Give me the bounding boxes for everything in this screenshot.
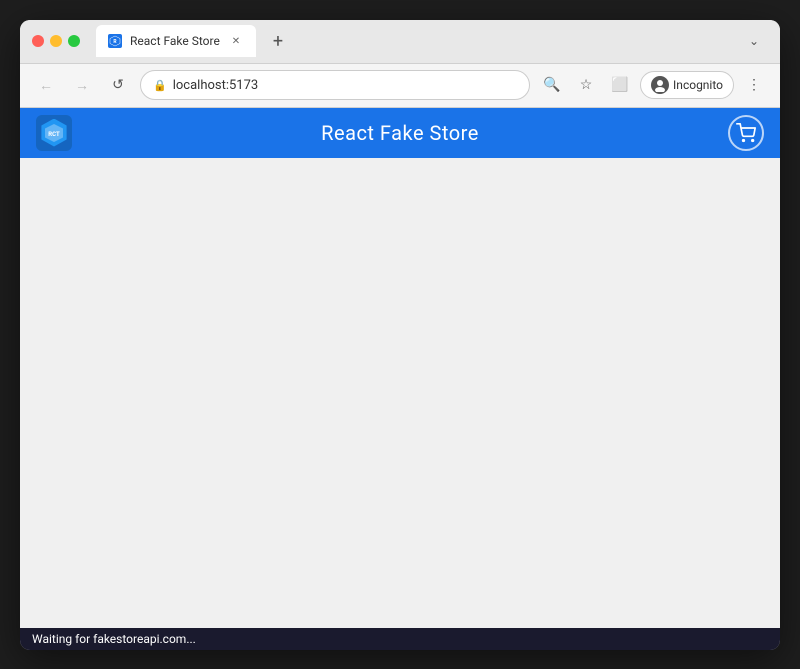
bookmark-icon[interactable]: ☆	[572, 71, 600, 99]
app-content: RCT React Fake Store	[20, 108, 780, 628]
incognito-label: Incognito	[673, 78, 723, 92]
address-bar: ← → ↺ 🔒 localhost:5173 🔍 ☆ ⬜ Incognito ⋮	[20, 64, 780, 108]
more-menu-button[interactable]: ⋮	[740, 71, 768, 99]
forward-button[interactable]: →	[68, 71, 96, 99]
url-bar[interactable]: 🔒 localhost:5173	[140, 70, 530, 100]
refresh-button[interactable]: ↺	[104, 71, 132, 99]
tab-chevron-button[interactable]: ⌄	[740, 27, 768, 55]
tab-close-button[interactable]: ✕	[228, 33, 244, 49]
status-text: Waiting for fakestoreapi.com...	[32, 632, 196, 646]
app-title: React Fake Store	[72, 121, 728, 145]
browser-window: R React Fake Store ✕ + ⌄ ← → ↺ 🔒 localho…	[20, 20, 780, 650]
incognito-avatar	[651, 76, 669, 94]
maximize-button[interactable]	[68, 35, 80, 47]
app-navbar: RCT React Fake Store	[20, 108, 780, 158]
cart-button[interactable]	[728, 115, 764, 151]
url-text: localhost:5173	[173, 78, 517, 93]
minimize-button[interactable]	[50, 35, 62, 47]
extensions-icon[interactable]: ⬜	[606, 71, 634, 99]
new-tab-button[interactable]: +	[264, 27, 292, 55]
tab-title: React Fake Store	[130, 34, 220, 48]
status-bar: Waiting for fakestoreapi.com...	[20, 628, 780, 650]
main-content	[20, 158, 780, 628]
back-button[interactable]: ←	[32, 71, 60, 99]
close-button[interactable]	[32, 35, 44, 47]
toolbar-icons: 🔍 ☆ ⬜ Incognito ⋮	[538, 71, 768, 99]
tab-bar: R React Fake Store ✕ + ⌄	[96, 25, 768, 57]
active-tab[interactable]: R React Fake Store ✕	[96, 25, 256, 57]
lock-icon: 🔒	[153, 79, 167, 92]
search-icon[interactable]: 🔍	[538, 71, 566, 99]
tab-favicon: R	[108, 34, 122, 48]
title-bar: R React Fake Store ✕ + ⌄	[20, 20, 780, 64]
app-logo-inner: RCT	[40, 119, 68, 147]
svg-text:RCT: RCT	[48, 131, 60, 138]
incognito-button[interactable]: Incognito	[640, 71, 734, 99]
traffic-lights	[32, 35, 80, 47]
app-logo: RCT	[36, 115, 72, 151]
